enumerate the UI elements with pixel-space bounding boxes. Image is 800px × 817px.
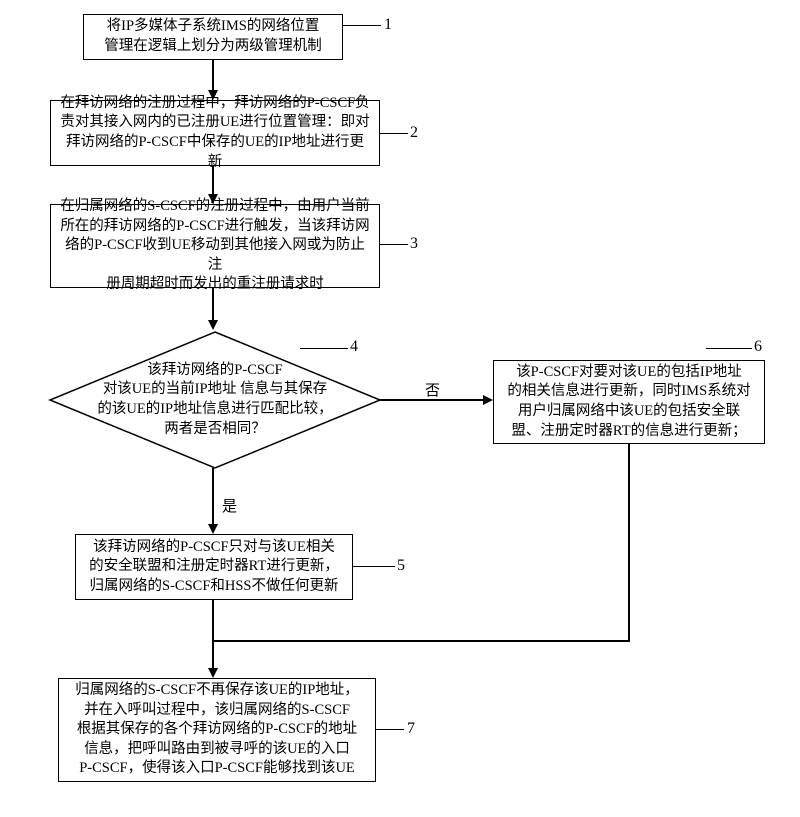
leader-6 [706, 348, 752, 349]
edge-yes: 是 [222, 495, 237, 516]
arrow-1-2 [212, 60, 214, 92]
step-6-box: 该P-CSCF对要对该UE的包括IP地址 的相关信息进行更新，同时IMS系统对 … [493, 360, 765, 444]
step-6-text: 该P-CSCF对要对该UE的包括IP地址 的相关信息进行更新，同时IMS系统对 … [507, 363, 750, 441]
leader-7 [376, 729, 404, 730]
leader-2 [380, 133, 408, 134]
label-1: 1 [384, 16, 392, 34]
step-7-text: 归属网络的S-CSCF不再保存该UE的IP地址， 并在入呼叫过程中，该归属网络的… [75, 681, 359, 779]
leader-3 [380, 244, 408, 245]
leader-4 [300, 348, 348, 349]
step-2-box: 在拜访网络的注册过程中，拜访网络的P-CSCF负 责对其接入网内的已注册UE进行… [50, 100, 380, 166]
step-3-box: 在归属网络的S-CSCF的注册过程中，由用户当前 所在的拜访网络的P-CSCF进… [50, 204, 380, 288]
step-5-box: 该拜访网络的P-CSCF只对与该UE相关 的安全联盟和注册定时器RT进行更新， … [75, 534, 353, 600]
edge-no: 否 [425, 379, 440, 400]
leader-5 [353, 566, 395, 567]
step-1-box: 将IP多媒体子系统IMS的网络位置 管理在逻辑上划分为两级管理机制 [83, 14, 343, 60]
decision-4-text: 该拜访网络的P-CSCF 对该UE的当前IP地址 信息与其保存 的该UE的IP地… [78, 355, 352, 445]
label-5: 5 [397, 557, 405, 575]
arrow-5-7-head [208, 668, 218, 678]
label-6: 6 [754, 338, 762, 356]
leader-1 [343, 25, 381, 26]
arrow-3-4-head [208, 320, 218, 330]
arrow-6-down [628, 444, 630, 642]
step-5-text: 该拜访网络的P-CSCF只对与该UE相关 的安全联盟和注册定时器RT进行更新， … [89, 538, 339, 597]
label-7: 7 [407, 720, 415, 738]
step-1-text: 将IP多媒体子系统IMS的网络位置 管理在逻辑上划分为两级管理机制 [104, 17, 322, 56]
label-4: 4 [350, 338, 358, 356]
arrow-2-3 [212, 166, 214, 196]
arrow-4-5-head [208, 524, 218, 534]
arrow-3-4 [212, 288, 214, 322]
arrow-4-6-head [483, 395, 493, 405]
label-3: 3 [410, 235, 418, 253]
arrow-6-left [214, 640, 630, 642]
arrow-5-7 [212, 600, 214, 670]
step-7-box: 归属网络的S-CSCF不再保存该UE的IP地址， 并在入呼叫过程中，该归属网络的… [58, 678, 376, 782]
label-2: 2 [410, 124, 418, 142]
step-3-text: 在归属网络的S-CSCF的注册过程中，由用户当前 所在的拜访网络的P-CSCF进… [59, 197, 371, 295]
arrow-4-5 [212, 468, 214, 526]
step-2-text: 在拜访网络的注册过程中，拜访网络的P-CSCF负 责对其接入网内的已注册UE进行… [59, 94, 371, 172]
decision-4 [48, 330, 49, 331]
